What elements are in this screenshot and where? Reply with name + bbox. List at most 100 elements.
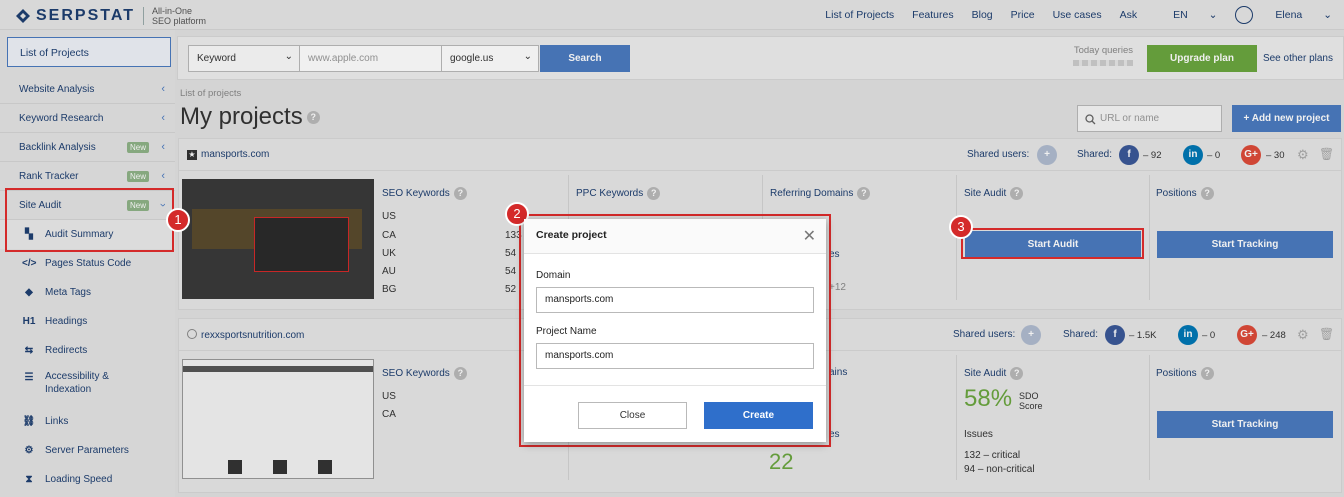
sidebar-item-keyword-research[interactable]: Keyword Research ‹ xyxy=(0,104,175,133)
add-user-icon[interactable]: + xyxy=(1021,325,1041,345)
thumbnail-product xyxy=(318,460,332,474)
sidebar-item-rank-tracker[interactable]: Rank Tracker New ‹ xyxy=(0,162,175,191)
facebook-icon[interactable]: f xyxy=(1119,145,1139,165)
modal-header: Create project ✕ xyxy=(524,219,826,254)
create-button[interactable]: Create xyxy=(704,402,813,429)
close-button[interactable]: Close xyxy=(578,402,687,429)
nav-price[interactable]: Price xyxy=(1011,9,1035,21)
project-search-input[interactable]: URL or name xyxy=(1077,105,1222,132)
nav-list-of-projects[interactable]: List of Projects xyxy=(825,9,894,21)
project-domain-link[interactable]: ★ mansports.com xyxy=(187,149,269,160)
serpstat-logo[interactable]: SERPSTAT All-in-One SEO platform xyxy=(14,6,206,26)
referring-domains-label-partial: ains xyxy=(829,367,848,378)
subitem-label: Meta Tags xyxy=(45,287,91,298)
help-icon[interactable]: ? xyxy=(857,187,871,200)
linkedin-count: – 0 xyxy=(1207,150,1221,161)
facebook-icon[interactable]: f xyxy=(1105,325,1125,345)
ppc-keywords-header: PPC Keywords? xyxy=(576,187,661,200)
help-icon[interactable]: ? xyxy=(1200,187,1214,200)
breadcrumb[interactable]: List of projects xyxy=(180,88,241,99)
site-audit-label: Site Audit xyxy=(964,368,1007,380)
h1-icon: H1 xyxy=(22,316,36,327)
sidebar-subitem-links[interactable]: ⛓ Links xyxy=(0,407,175,436)
linkedin-icon[interactable]: in xyxy=(1183,145,1203,165)
google-plus-icon[interactable]: G+ xyxy=(1241,145,1261,165)
critical-issues[interactable]: 132 – critical xyxy=(964,450,1020,461)
help-icon[interactable]: ? xyxy=(1010,367,1024,380)
trash-icon[interactable]: 🗑 xyxy=(1319,147,1334,161)
site-audit-header: Site Audit? xyxy=(964,367,1024,380)
shared-users-label: Shared users: xyxy=(967,149,1030,160)
help-icon[interactable]: ? xyxy=(1200,367,1214,380)
nav-features[interactable]: Features xyxy=(912,9,953,21)
new-badge: New xyxy=(126,142,149,153)
domain-label: Domain xyxy=(536,270,571,281)
user-avatar-icon[interactable] xyxy=(1235,6,1254,24)
site-thumbnail[interactable] xyxy=(182,359,374,479)
sdo-score-value: 58% xyxy=(964,385,1013,412)
sidebar-subitem-headings[interactable]: H1 Headings xyxy=(0,307,175,336)
upgrade-plan-button[interactable]: Upgrade plan xyxy=(1147,45,1257,72)
project-name-value: mansports.com xyxy=(545,350,614,361)
gear-icon[interactable]: ⚙ xyxy=(1297,147,1309,163)
start-tracking-button[interactable]: Start Tracking xyxy=(1157,411,1333,438)
non-critical-issues[interactable]: 94 – non-critical xyxy=(964,464,1035,475)
sidebar-subitem-server-parameters[interactable]: ⚙ Server Parameters xyxy=(0,436,175,465)
sidebar-subitem-pages-status-code[interactable]: </> Pages Status Code xyxy=(0,249,175,278)
gear-icon[interactable]: ⚙ xyxy=(1297,327,1309,343)
issues-label: Issues xyxy=(964,429,993,440)
hourglass-icon: ⧗ xyxy=(25,474,33,485)
search-input[interactable]: www.apple.com xyxy=(299,45,442,72)
sidebar-item-website-analysis[interactable]: Website Analysis ‹ xyxy=(0,75,175,104)
project-name-field[interactable]: mansports.com xyxy=(536,343,814,369)
country-au: AU xyxy=(382,266,396,277)
page-title: My projects? xyxy=(180,103,320,131)
country-bg: BG xyxy=(382,284,397,295)
sidebar-subitem-loading-speed[interactable]: ⧗ Loading Speed xyxy=(0,465,175,494)
help-icon[interactable]: ? xyxy=(453,187,467,200)
google-plus-icon[interactable]: G+ xyxy=(1237,325,1257,345)
search-button[interactable]: Search xyxy=(540,45,630,72)
add-user-icon[interactable]: + xyxy=(1037,145,1057,165)
nav-use-cases[interactable]: Use cases xyxy=(1053,9,1102,21)
chevron-left-icon: ‹ xyxy=(161,170,165,182)
nav-blog[interactable]: Blog xyxy=(972,9,993,21)
language-select[interactable]: EN ⌄ xyxy=(1155,9,1217,21)
google-plus-count: – 30 xyxy=(1266,150,1285,161)
today-queries-value xyxy=(1073,60,1133,66)
subitem-label: Loading Speed xyxy=(45,474,113,485)
project-domain: mansports.com xyxy=(201,149,270,160)
language-label: EN xyxy=(1173,9,1188,21)
search-engine-select[interactable]: google.us ⌄ xyxy=(441,45,539,72)
user-menu[interactable]: Elena ⌄ xyxy=(1257,9,1332,21)
list-of-projects-button[interactable]: List of Projects xyxy=(7,37,171,67)
site-thumbnail[interactable] xyxy=(182,179,374,299)
close-icon[interactable]: ✕ xyxy=(803,226,816,246)
project-domain-link[interactable]: rexxsportsnutrition.com xyxy=(187,329,304,341)
chevron-down-icon: ⌄ xyxy=(523,51,532,62)
nav-ask[interactable]: Ask xyxy=(1120,9,1138,21)
sdo-label-line-2: Score xyxy=(1019,401,1043,411)
domain-field[interactable]: mansports.com xyxy=(536,287,814,313)
sidebar-subitem-accessibility[interactable]: ☰ Accessibility & Indexation xyxy=(0,370,175,406)
help-icon[interactable]: ? xyxy=(647,187,661,200)
add-new-project-button[interactable]: + Add new project xyxy=(1232,105,1341,132)
sidebar-subitem-meta-tags[interactable]: ◆ Meta Tags xyxy=(0,278,175,307)
chevron-down-icon: ⌄ xyxy=(1205,9,1218,21)
help-icon[interactable]: ? xyxy=(453,367,467,380)
help-icon[interactable]: ? xyxy=(1010,187,1024,200)
subitem-label: Pages Status Code xyxy=(45,258,132,269)
subitem-label: Server Parameters xyxy=(45,445,129,456)
trash-icon[interactable]: 🗑 xyxy=(1319,327,1334,341)
sidebar-item-label: Website Analysis xyxy=(19,83,95,95)
facebook-count: – 1.5K xyxy=(1129,330,1157,341)
search-type-select[interactable]: Keyword ⌄ xyxy=(188,45,300,72)
sidebar-item-label: Rank Tracker xyxy=(19,170,79,182)
linkedin-icon[interactable]: in xyxy=(1178,325,1198,345)
sidebar-subitem-redirects[interactable]: ⇆ Redirects xyxy=(0,336,175,365)
sidebar-item-backlink-analysis[interactable]: Backlink Analysis New ‹ xyxy=(0,133,175,162)
see-other-plans-link[interactable]: See other plans xyxy=(1263,53,1333,64)
help-icon[interactable]: ? xyxy=(306,111,320,125)
seo-keywords-header: SEO Keywords? xyxy=(382,187,467,200)
start-tracking-button[interactable]: Start Tracking xyxy=(1157,231,1333,258)
